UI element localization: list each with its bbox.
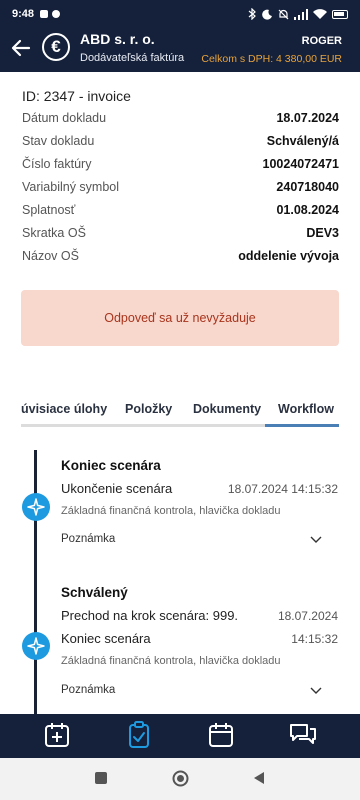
workflow-entry-date: 18.07.2024 14:15:32 — [227, 482, 338, 496]
workflow-entry-subtitle: Základná finančná kontrola, hlavička dok… — [61, 655, 281, 667]
main-content[interactable]: ID: 2347 - invoice Dátum dokladu 18.07.2… — [0, 72, 360, 714]
tab-documents[interactable]: Dokumenty — [193, 402, 261, 416]
field-value: 240718040 — [276, 180, 339, 194]
document-id: ID: 2347 - invoice — [22, 88, 131, 104]
note-label: Poznámka — [61, 533, 116, 545]
field-value: Schválený/á — [266, 134, 339, 148]
chevron-down-icon — [310, 536, 322, 543]
field-label: Stav dokladu — [22, 134, 95, 148]
field-label: Skratka OŠ — [22, 226, 86, 240]
field-label: Variabilný symbol — [22, 180, 120, 194]
system-status-icons — [248, 8, 348, 20]
notification-icon — [40, 10, 49, 18]
workflow-entry-text: Ukončenie scenára — [61, 481, 173, 496]
bluetooth-icon — [248, 8, 256, 20]
back-arrow-icon[interactable] — [10, 37, 32, 59]
workflow-note-toggle[interactable]: Poznámka — [61, 532, 323, 546]
workflow-node-icon — [22, 632, 50, 660]
field-value: DEV3 — [306, 226, 339, 240]
status-bar: 9:48 — [0, 0, 360, 28]
field-row: Stav dokladu Schválený/á — [22, 130, 339, 152]
tab-items[interactable]: Položky — [125, 402, 172, 416]
tab-workflow[interactable]: Workflow — [278, 402, 334, 416]
status-time: 9:48 — [12, 8, 35, 20]
tab-active-indicator — [265, 424, 339, 427]
company-name: ABD s. r. o. — [80, 31, 155, 47]
workflow-entry-date: 14:15:32 — [291, 632, 338, 646]
field-value: oddelenie vývoja — [238, 249, 339, 263]
home-icon[interactable] — [172, 770, 189, 787]
system-navigation-bar — [0, 758, 360, 800]
workflow-entry-title: Schválený — [61, 585, 128, 600]
field-row: Splatnosť 01.08.2024 — [22, 199, 339, 221]
back-triangle-icon[interactable] — [252, 771, 266, 785]
calendar-icon — [209, 723, 233, 747]
field-value: 10024072471 — [262, 157, 339, 171]
field-row: Dátum dokladu 18.07.2024 — [22, 107, 339, 129]
workflow-entry-text: Koniec scenára — [61, 631, 151, 646]
do-not-disturb-icon — [262, 9, 272, 20]
field-value: 01.08.2024 — [276, 203, 339, 217]
workflow-entry-subtitle: Základná finančná kontrola, hlavička dok… — [61, 505, 281, 517]
total-amount: Celkom s DPH: 4 380,00 EUR — [201, 53, 342, 65]
star-burst-icon — [27, 637, 45, 655]
field-value: 18.07.2024 — [276, 111, 339, 125]
wifi-icon — [313, 8, 327, 19]
timeline-line — [34, 450, 37, 714]
app-header: € ABD s. r. o. Dodávateľská faktúra ROGE… — [0, 28, 360, 72]
tab-related-tasks[interactable]: úvisiace úlohy — [21, 402, 107, 416]
field-row: Názov OŠ oddelenie vývoja — [22, 245, 339, 267]
clipboard-check-icon — [129, 721, 149, 748]
workflow-entry-text: Prechod na krok scenára: 999. — [61, 608, 239, 623]
recents-icon[interactable] — [94, 771, 108, 785]
euro-icon: € — [42, 33, 70, 61]
nav-approvals[interactable] — [124, 720, 154, 750]
document-type: Dodávateľská faktúra — [80, 52, 185, 64]
user-name: ROGER — [301, 35, 342, 47]
notification-icons — [40, 10, 61, 18]
field-row: Variabilný symbol 240718040 — [22, 176, 339, 198]
field-row: Skratka OŠ DEV3 — [22, 222, 339, 244]
field-row: Číslo faktúry 10024072471 — [22, 153, 339, 175]
chevron-down-icon — [310, 687, 322, 694]
field-label: Splatnosť — [22, 203, 76, 217]
nav-messages[interactable] — [288, 720, 318, 750]
notice-banner: Odpoveď sa už nevyžaduje — [21, 290, 339, 346]
bottom-navigation — [0, 714, 360, 758]
workflow-note-toggle[interactable]: Poznámka — [61, 683, 323, 697]
calendar-add-icon — [45, 723, 69, 747]
notification-icon — [52, 10, 61, 18]
note-label: Poznámka — [61, 684, 116, 696]
field-label: Názov OŠ — [22, 249, 79, 263]
nav-calendar[interactable] — [206, 720, 236, 750]
workflow-entry-date: 18.07.2024 — [277, 609, 338, 623]
mute-icon — [278, 9, 289, 19]
nav-new-task[interactable] — [42, 720, 72, 750]
field-label: Dátum dokladu — [22, 111, 107, 125]
workflow-entry-title: Koniec scenára — [61, 458, 161, 473]
signal-icon — [294, 8, 308, 20]
star-burst-icon — [27, 498, 45, 516]
chat-icon — [290, 724, 316, 744]
battery-icon — [332, 9, 348, 19]
workflow-node-icon — [22, 493, 50, 521]
field-label: Číslo faktúry — [22, 157, 92, 171]
